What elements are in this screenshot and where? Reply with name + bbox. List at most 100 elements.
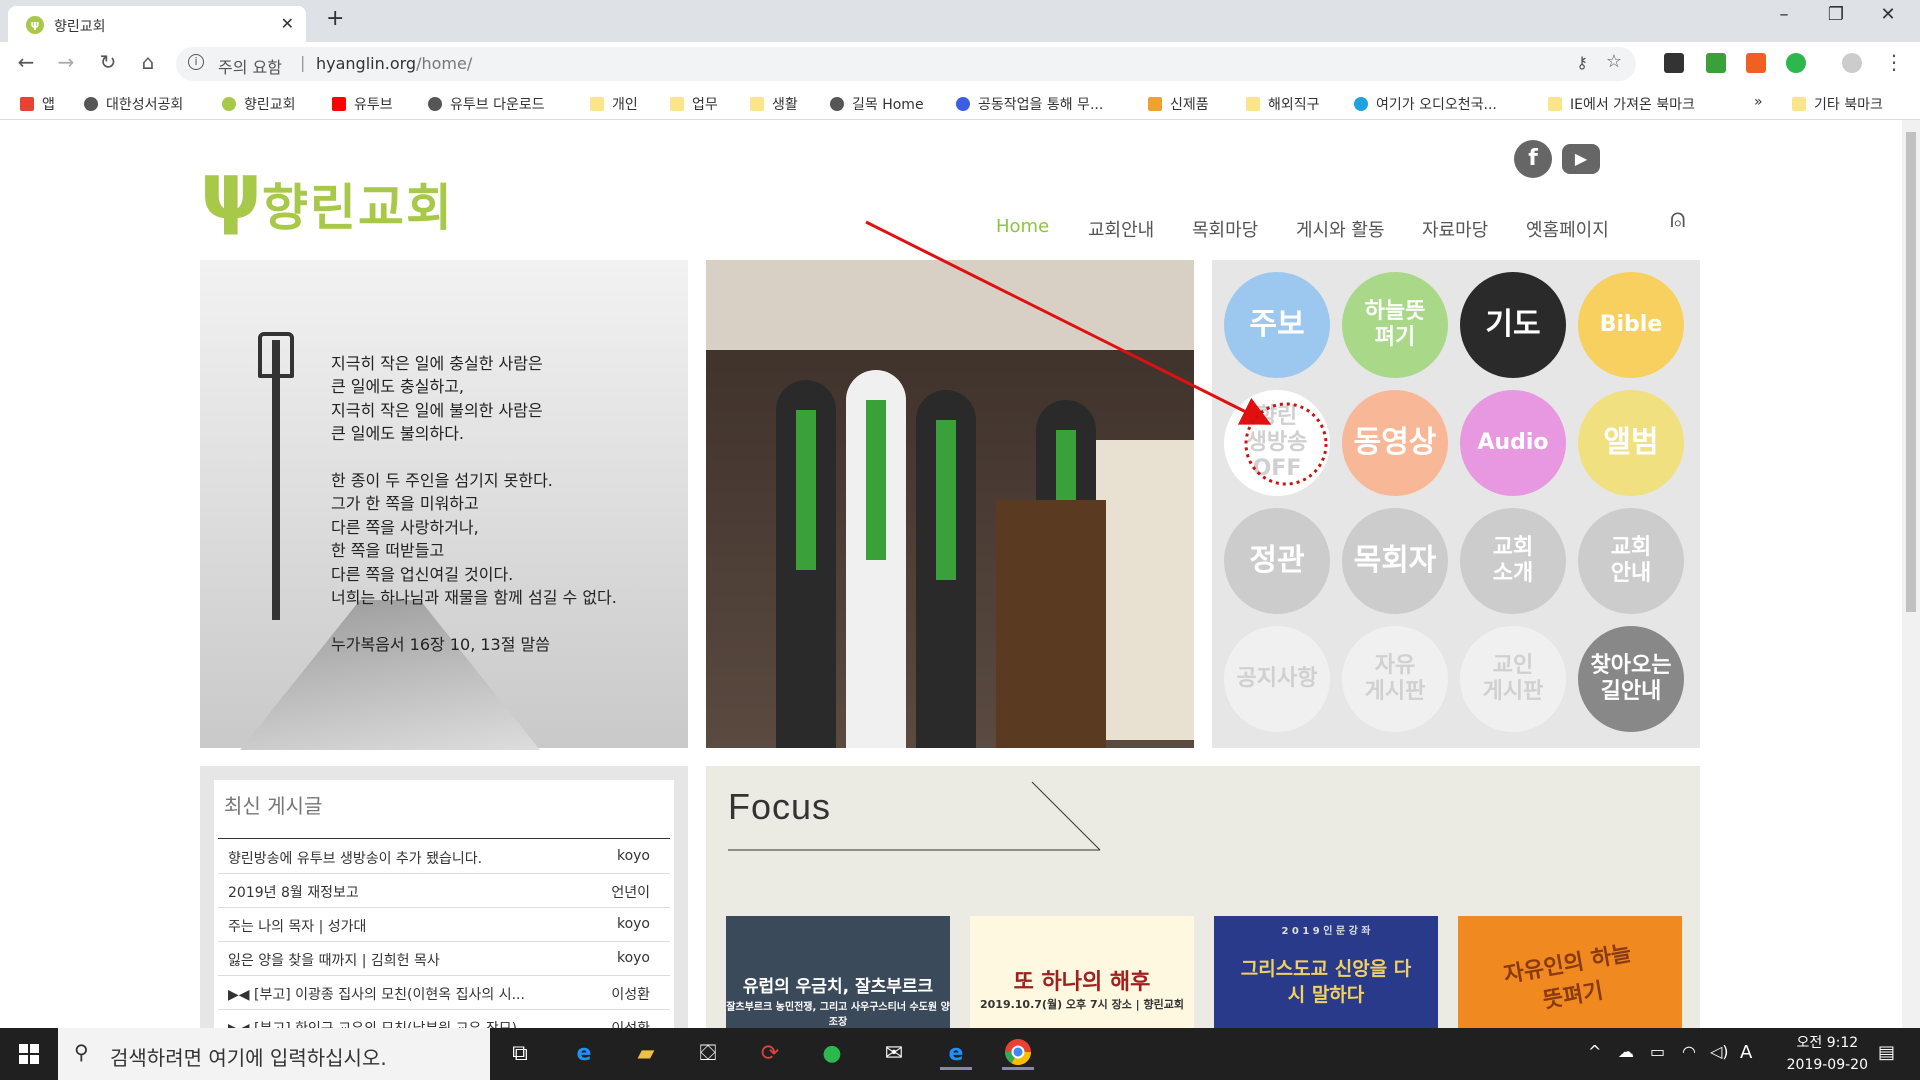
bookmark-item[interactable]: 대한성서공회 xyxy=(84,94,183,114)
evernote-icon[interactable]: ● xyxy=(816,1038,848,1070)
nav-church-info[interactable]: 교회안내 xyxy=(1088,216,1154,242)
post-row[interactable]: 2019년 8월 재정보고 언년이 xyxy=(218,874,670,908)
bookmark-folder[interactable]: 생활 xyxy=(750,94,798,114)
post-row[interactable]: 향린방송에 유투브 생방송이 추가 됐습니다. koyo xyxy=(218,840,670,874)
focus-thumb[interactable]: 유럽의 우금치, 잘츠부르크 잘츠부르크 농민전쟁, 그리고 사우구스티너 수도… xyxy=(726,916,950,1028)
volume-icon[interactable]: ◁) xyxy=(1710,1042,1729,1061)
quick-menu-circle[interactable]: 찾아오는 길안내 xyxy=(1578,626,1684,732)
mail-icon[interactable]: ✉ xyxy=(878,1038,910,1070)
bookmark-item[interactable]: 유투브 다운로드 xyxy=(428,94,545,114)
profile-avatar[interactable] xyxy=(1842,53,1862,73)
ime-indicator[interactable]: A xyxy=(1740,1042,1752,1063)
bookmark-folder[interactable]: 해외직구 xyxy=(1246,94,1320,114)
quick-menu-circle[interactable]: 동영상 xyxy=(1342,390,1448,496)
extension-icon[interactable] xyxy=(1664,53,1684,73)
wifi-icon[interactable]: ◠ xyxy=(1682,1042,1696,1061)
quick-menu-circle[interactable]: 앨범 xyxy=(1578,390,1684,496)
quick-menu-circle[interactable]: 주보 xyxy=(1224,272,1330,378)
bookmark-folder[interactable]: 기타 북마크 xyxy=(1792,94,1883,114)
quick-menu-circle[interactable]: 정관 xyxy=(1224,508,1330,614)
bookmark-folder[interactable]: 개인 xyxy=(590,94,638,114)
quick-menu-circle[interactable]: 기도 xyxy=(1460,272,1566,378)
bookmark-item[interactable]: 길목 Home xyxy=(830,94,924,114)
post-title[interactable]: ▶◀ [부고] 이광종 집사의 모친(이현옥 집사의 시... xyxy=(228,984,568,1004)
new-tab-button[interactable]: + xyxy=(326,6,344,31)
login-icon[interactable]: ⍝ xyxy=(1670,204,1686,235)
menu-icon[interactable]: ⋮ xyxy=(1880,50,1908,74)
task-view-icon[interactable]: ⧉ xyxy=(504,1038,536,1070)
bookmarks-overflow-button[interactable]: » xyxy=(1754,94,1763,110)
internet-explorer-icon[interactable]: e xyxy=(940,1038,972,1070)
tray-expand-icon[interactable]: ^ xyxy=(1588,1042,1601,1061)
quick-menu-circle[interactable]: 하늘뜻 펴기 xyxy=(1342,272,1448,378)
focus-thumb[interactable]: 자유인의 하늘뜻펴기 xyxy=(1458,916,1682,1028)
post-row[interactable]: ▶◀ [부고] 한인규 교우의 모친(남부원 교우 장모) 이성환 xyxy=(218,1010,670,1028)
maximize-button[interactable]: ❐ xyxy=(1816,4,1856,25)
quick-menu-circle[interactable]: Bible xyxy=(1578,272,1684,378)
nav-ministry[interactable]: 목회마당 xyxy=(1192,216,1258,242)
chrome-icon[interactable] xyxy=(1002,1038,1034,1070)
back-button[interactable]: ← xyxy=(12,50,40,74)
taskbar-search[interactable]: ⚲ 검색하려면 여기에 입력하십시오. xyxy=(58,1028,490,1080)
reload-button[interactable]: ↻ xyxy=(94,50,122,74)
windows-start-icon[interactable] xyxy=(0,1028,58,1080)
bookmark-star-icon[interactable]: ☆ xyxy=(1606,51,1622,72)
page-scrollbar[interactable] xyxy=(1902,120,1920,1028)
app-icon[interactable]: ⟳ xyxy=(754,1038,786,1070)
quick-menu-circle[interactable]: 교인 게시판 xyxy=(1460,626,1566,732)
onedrive-icon[interactable]: ☁ xyxy=(1618,1042,1634,1061)
post-row[interactable]: 주는 나의 목자 | 성가대 koyo xyxy=(218,908,670,942)
bookmark-item[interactable]: 신제품 xyxy=(1148,94,1209,114)
tab-close-icon[interactable]: ✕ xyxy=(281,14,294,33)
quick-menu-circle[interactable]: 자유 게시판 xyxy=(1342,626,1448,732)
site-logo[interactable]: ψ 향린교회 xyxy=(200,144,510,240)
bookmark-item[interactable]: 유투브 xyxy=(332,94,393,114)
address-bar[interactable]: i 주의 요함 | hyanglin.org/home/ ⚷ ☆ xyxy=(176,47,1636,81)
nav-old-homepage[interactable]: 옛홈페이지 xyxy=(1526,216,1609,242)
minimize-button[interactable]: – xyxy=(1764,4,1804,25)
notifications-icon[interactable]: ▤ xyxy=(1878,1042,1895,1063)
forward-button[interactable]: → xyxy=(52,50,80,74)
post-title[interactable]: 주는 나의 목자 | 성가대 xyxy=(228,916,568,936)
info-icon[interactable]: i xyxy=(188,54,204,70)
post-title[interactable]: 2019년 8월 재정보고 xyxy=(228,882,568,902)
quick-menu-circle[interactable]: 교회 소개 xyxy=(1460,508,1566,614)
edge-icon[interactable]: e xyxy=(568,1038,600,1070)
battery-icon[interactable]: ▭ xyxy=(1650,1042,1665,1061)
quick-menu-circle[interactable]: 목회자 xyxy=(1342,508,1448,614)
bookmark-item[interactable]: 앱 xyxy=(20,94,55,114)
quick-menu-circle[interactable]: 공지사항 xyxy=(1224,626,1330,732)
nav-home[interactable]: Home xyxy=(996,216,1049,237)
nav-resources[interactable]: 자료마당 xyxy=(1422,216,1488,242)
bookmark-item[interactable]: 향린교회 xyxy=(222,94,296,114)
post-row[interactable]: 잃은 양을 찾을 때까지 | 김희헌 목사 koyo xyxy=(218,942,670,976)
bookmark-item[interactable]: 공동작업을 통해 무... xyxy=(956,94,1103,114)
focus-thumb[interactable]: 2 0 1 9 인 문 강 좌 그리스도교 신앙을 다시 말하다 xyxy=(1214,916,1438,1028)
file-explorer-icon[interactable]: ▰ xyxy=(630,1038,662,1070)
focus-thumb[interactable]: 또 하나의 해후 2019.10.7(월) 오후 7시 장소 | 향린교회 xyxy=(970,916,1194,1028)
nav-board[interactable]: 게시와 활동 xyxy=(1296,216,1385,242)
browser-tab[interactable]: ψ 향린교회 ✕ xyxy=(8,6,306,42)
extension-icon[interactable] xyxy=(1746,53,1766,73)
scrollbar-thumb[interactable] xyxy=(1906,132,1916,612)
store-icon[interactable]: ⛋ xyxy=(692,1038,724,1070)
quick-menu-circle[interactable]: 교회 안내 xyxy=(1578,508,1684,614)
facebook-icon[interactable]: f xyxy=(1514,140,1552,178)
quick-menu-circle[interactable]: 향린 생방송 OFF xyxy=(1224,390,1330,496)
youtube-icon[interactable]: ▶ xyxy=(1562,144,1600,174)
post-title[interactable]: 잃은 양을 찾을 때까지 | 김희헌 목사 xyxy=(228,950,568,970)
quick-menu-circle[interactable]: Audio xyxy=(1460,390,1566,496)
url-text[interactable]: hyanglin.org/home/ xyxy=(316,54,472,73)
window-close-button[interactable]: ✕ xyxy=(1868,4,1908,25)
post-title[interactable]: 향린방송에 유투브 생방송이 추가 됐습니다. xyxy=(228,848,568,868)
evernote-icon[interactable] xyxy=(1786,53,1806,73)
key-icon[interactable]: ⚷ xyxy=(1576,53,1588,72)
taskbar-clock[interactable]: 오전 9:12 2019-09-20 xyxy=(1787,1032,1868,1076)
extension-icon[interactable] xyxy=(1706,53,1726,73)
home-button[interactable]: ⌂ xyxy=(134,50,162,74)
post-row[interactable]: ▶◀ [부고] 이광종 집사의 모친(이현옥 집사의 시... 이성환 xyxy=(218,976,670,1010)
bookmark-folder[interactable]: IE에서 가져온 북마크 xyxy=(1548,94,1695,114)
bookmark-folder[interactable]: 업무 xyxy=(670,94,718,114)
post-title[interactable]: ▶◀ [부고] 한인규 교우의 모친(남부원 교우 장모) xyxy=(228,1018,568,1028)
bookmark-item[interactable]: 여기가 오디오천국... xyxy=(1354,94,1497,114)
